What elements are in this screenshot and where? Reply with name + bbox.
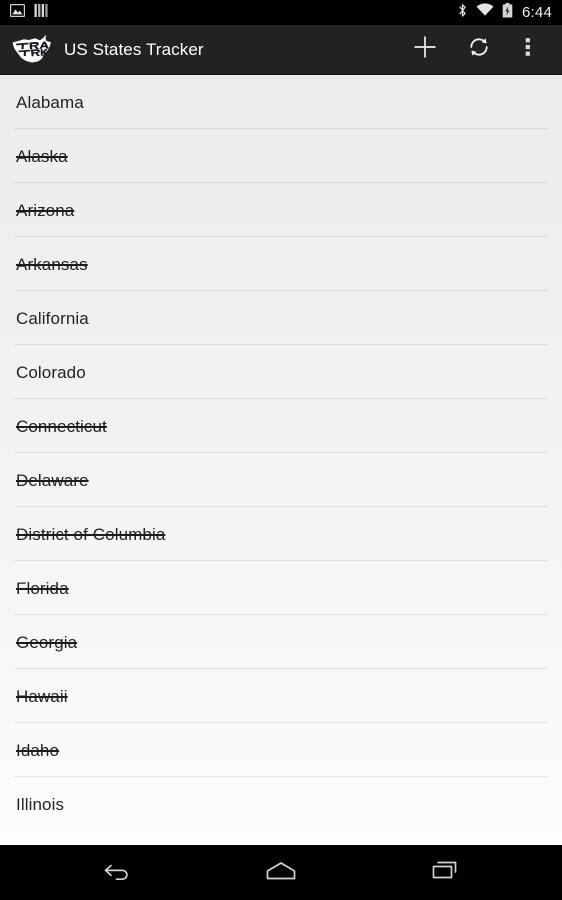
state-list-item[interactable]: Alaska bbox=[0, 129, 562, 183]
action-bar-buttons bbox=[398, 25, 550, 75]
state-name-label: Delaware bbox=[16, 470, 89, 490]
state-list-item[interactable]: Arizona bbox=[0, 183, 562, 237]
overflow-menu-button[interactable] bbox=[506, 25, 550, 75]
state-name-label: Florida bbox=[16, 578, 69, 598]
state-name-label: Alabama bbox=[16, 92, 84, 112]
bluetooth-icon bbox=[457, 3, 468, 23]
recents-icon bbox=[430, 858, 460, 887]
app-screen: 6:44 US States Tracker Alabama Alaska Ar… bbox=[0, 0, 562, 900]
wifi-icon bbox=[476, 3, 494, 22]
status-bar-clock: 6:44 bbox=[522, 4, 552, 21]
state-name-label: California bbox=[16, 308, 89, 328]
status-bar-right-icons: 6:44 bbox=[457, 2, 552, 23]
action-bar: US States Tracker bbox=[0, 25, 562, 75]
state-list[interactable]: Alabama Alaska Arizona Arkansas California Co… bbox=[0, 75, 562, 845]
state-name-label: Georgia bbox=[16, 632, 78, 652]
state-name-label: Idaho bbox=[16, 740, 60, 760]
state-list-item[interactable]: Florida bbox=[0, 561, 562, 615]
state-name-label: Colorado bbox=[16, 362, 86, 382]
battery-charging-icon bbox=[502, 2, 513, 23]
state-name-label: Illinois bbox=[16, 794, 65, 814]
state-name-label: Arizona bbox=[16, 200, 75, 220]
state-name-label: Hawaii bbox=[16, 686, 68, 706]
system-navigation-bar bbox=[0, 845, 562, 900]
overflow-dots-icon bbox=[525, 35, 531, 64]
state-name-label: Connecticut bbox=[16, 416, 107, 436]
back-arrow-icon bbox=[101, 858, 133, 887]
refresh-button[interactable] bbox=[452, 25, 506, 75]
status-bar-left-icons bbox=[10, 3, 48, 22]
state-list-item[interactable]: Arkansas bbox=[0, 237, 562, 291]
state-name-label: District of Columbia bbox=[16, 524, 166, 544]
add-button[interactable] bbox=[398, 25, 452, 75]
state-list-item[interactable]: Hawaii bbox=[0, 669, 562, 723]
status-bar: 6:44 bbox=[0, 0, 562, 25]
state-list-item[interactable]: Connecticut bbox=[0, 399, 562, 453]
plus-icon bbox=[412, 34, 438, 65]
vertical-bars-icon bbox=[34, 3, 48, 22]
state-list-item[interactable]: Georgia bbox=[0, 615, 562, 669]
us-map-track-logo-icon bbox=[10, 33, 54, 67]
state-list-item[interactable]: District of Columbia bbox=[0, 507, 562, 561]
state-list-item[interactable]: Idaho bbox=[0, 723, 562, 777]
state-list-item[interactable]: Alabama bbox=[0, 75, 562, 129]
recents-button[interactable] bbox=[418, 851, 472, 895]
back-button[interactable] bbox=[90, 851, 144, 895]
refresh-sync-icon bbox=[467, 35, 491, 64]
home-button[interactable] bbox=[254, 851, 308, 895]
screenshot-image-icon bbox=[10, 3, 26, 22]
app-title: US States Tracker bbox=[64, 39, 204, 59]
home-icon bbox=[264, 858, 298, 887]
state-list-item[interactable]: Delaware bbox=[0, 453, 562, 507]
state-list-item[interactable]: California bbox=[0, 291, 562, 345]
state-name-label: Arkansas bbox=[16, 254, 88, 274]
state-list-item[interactable]: Colorado bbox=[0, 345, 562, 399]
state-list-item[interactable]: Illinois bbox=[0, 777, 562, 831]
state-name-label: Alaska bbox=[16, 146, 68, 166]
